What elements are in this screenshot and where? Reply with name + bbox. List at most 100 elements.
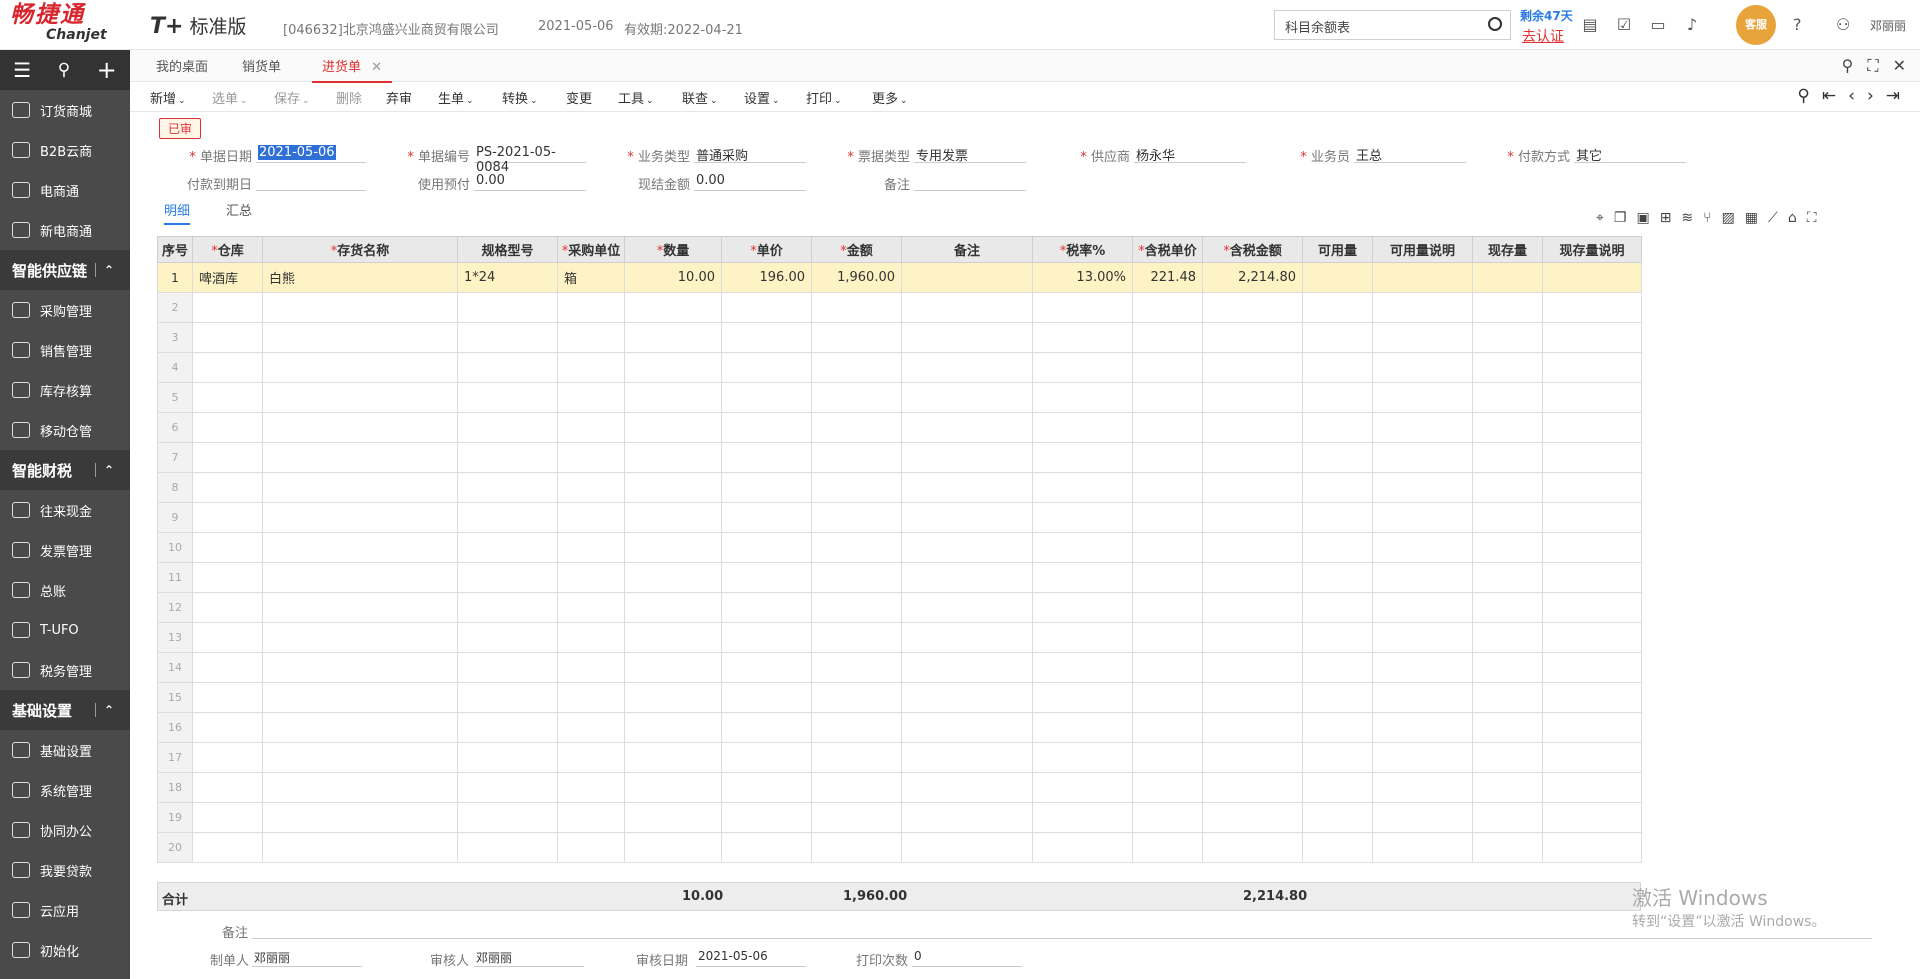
ruler-icon[interactable]: ⟋ [1768, 210, 1778, 226]
sidebar-item[interactable]: 采购管理 [0, 290, 130, 330]
table-cell[interactable] [1542, 652, 1642, 683]
table-cell[interactable] [1032, 442, 1133, 473]
table-cell[interactable] [557, 382, 625, 413]
table-cell[interactable] [901, 712, 1033, 743]
sidebar-item[interactable]: 协同办公 [0, 810, 130, 850]
image-icon[interactable]: ▨ [1722, 210, 1735, 226]
next-record-icon[interactable]: › [1867, 86, 1874, 106]
table-cell[interactable] [1132, 652, 1203, 683]
table-cell[interactable] [624, 412, 722, 443]
table-cell[interactable] [192, 802, 263, 833]
table-cell[interactable] [1032, 802, 1133, 833]
table-cell[interactable] [1202, 802, 1303, 833]
table-cell[interactable] [262, 442, 458, 473]
table-cell[interactable] [901, 532, 1033, 563]
bill-date-input[interactable]: 2021-05-06 [256, 145, 366, 163]
table-cell[interactable] [1302, 412, 1373, 443]
table-cell[interactable] [624, 352, 722, 383]
batch-edit-icon[interactable]: ≋ [1681, 210, 1693, 226]
table-cell[interactable] [624, 442, 722, 473]
toolbar-button[interactable]: 生单 ⌄ [438, 88, 474, 107]
table-cell[interactable] [1472, 532, 1543, 563]
split-icon[interactable]: ⑂ [1703, 210, 1711, 226]
table-cell[interactable] [811, 412, 902, 443]
table-cell[interactable] [624, 652, 722, 683]
table-cell[interactable] [1132, 472, 1203, 503]
table-cell[interactable] [457, 622, 558, 653]
table-cell[interactable] [192, 472, 263, 503]
tab-sales-order[interactable]: 销货单 [232, 56, 291, 75]
table-cell[interactable] [1202, 472, 1303, 503]
column-header[interactable]: *单价 [721, 236, 812, 263]
toolbar-button[interactable]: 删除 [336, 88, 362, 107]
table-row[interactable]: 4 [157, 352, 1642, 383]
table-cell[interactable] [811, 292, 902, 323]
table-cell[interactable] [457, 502, 558, 533]
toolbar-button[interactable]: 更多 ⌄ [872, 88, 908, 107]
table-row[interactable]: 8 [157, 472, 1642, 503]
table-cell[interactable] [1132, 442, 1203, 473]
table-cell[interactable] [1032, 292, 1133, 323]
table-cell[interactable] [624, 322, 722, 353]
user-name[interactable]: 邓丽丽 [1870, 17, 1906, 34]
close-icon[interactable]: ✕ [1893, 56, 1906, 76]
table-cell[interactable] [557, 292, 625, 323]
table-cell[interactable] [1472, 472, 1543, 503]
chanjet-logo[interactable]: 畅捷通 Chanjet [10, 2, 122, 46]
table-cell[interactable] [721, 322, 812, 353]
table-cell[interactable] [457, 322, 558, 353]
chevron-up-icon[interactable]: ⌃ [94, 703, 114, 717]
table-cell[interactable] [262, 772, 458, 803]
table-cell[interactable] [1202, 772, 1303, 803]
column-header[interactable]: 规格型号 [457, 236, 558, 263]
table-cell[interactable] [901, 652, 1033, 683]
table-cell[interactable] [901, 292, 1033, 323]
column-header[interactable]: *采购单位 [557, 236, 625, 263]
table-cell[interactable] [262, 502, 458, 533]
table-cell[interactable] [624, 532, 722, 563]
table-cell[interactable] [1472, 682, 1543, 713]
toolbar-button[interactable]: 新增 ⌄ [150, 88, 186, 107]
table-cell[interactable] [811, 442, 902, 473]
sidebar-item[interactable]: 发票管理 [0, 530, 130, 570]
toolbar-button[interactable]: 选单 ⌄ [212, 88, 248, 107]
table-cell[interactable] [1542, 412, 1642, 443]
table-cell[interactable] [192, 622, 263, 653]
sidebar-item[interactable]: 税务管理 [0, 650, 130, 690]
table-cell[interactable] [1032, 622, 1133, 653]
table-cell[interactable] [624, 502, 722, 533]
table-cell[interactable]: 1*24 [457, 262, 558, 293]
table-cell[interactable] [901, 682, 1033, 713]
table-cell[interactable] [262, 412, 458, 443]
table-cell[interactable] [457, 742, 558, 773]
table-row[interactable]: 7 [157, 442, 1642, 473]
table-cell[interactable] [1472, 652, 1543, 683]
table-cell[interactable] [1032, 352, 1133, 383]
table-cell[interactable] [1542, 682, 1642, 713]
menu-icon[interactable]: ☰ [13, 58, 31, 82]
table-cell[interactable] [262, 802, 458, 833]
table-cell[interactable] [1032, 652, 1133, 683]
toolbar-button[interactable]: 联查 ⌄ [682, 88, 718, 107]
sidebar-section[interactable]: 智能供应链 ⌃ [0, 250, 130, 290]
sidebar-item[interactable]: 新电商通 [0, 210, 130, 250]
sidebar-item[interactable]: 初始化 [0, 930, 130, 970]
sidebar-item[interactable]: T-UFO [0, 610, 130, 650]
table-cell[interactable] [457, 352, 558, 383]
table-cell[interactable] [1542, 772, 1642, 803]
table-cell[interactable] [1372, 382, 1473, 413]
table-cell[interactable] [1132, 592, 1203, 623]
table-cell[interactable] [262, 712, 458, 743]
table-cell[interactable] [811, 562, 902, 593]
table-cell[interactable] [1302, 262, 1373, 293]
table-cell[interactable] [262, 592, 458, 623]
table-cell[interactable] [1542, 382, 1642, 413]
table-cell[interactable] [1542, 502, 1642, 533]
chevron-up-icon[interactable]: ⌃ [94, 263, 114, 277]
table-cell[interactable] [1472, 442, 1543, 473]
sidebar-item[interactable]: 我要贷款 [0, 850, 130, 890]
table-cell[interactable] [721, 352, 812, 383]
table-cell[interactable] [1202, 592, 1303, 623]
table-cell[interactable] [457, 802, 558, 833]
table-cell[interactable] [901, 592, 1033, 623]
